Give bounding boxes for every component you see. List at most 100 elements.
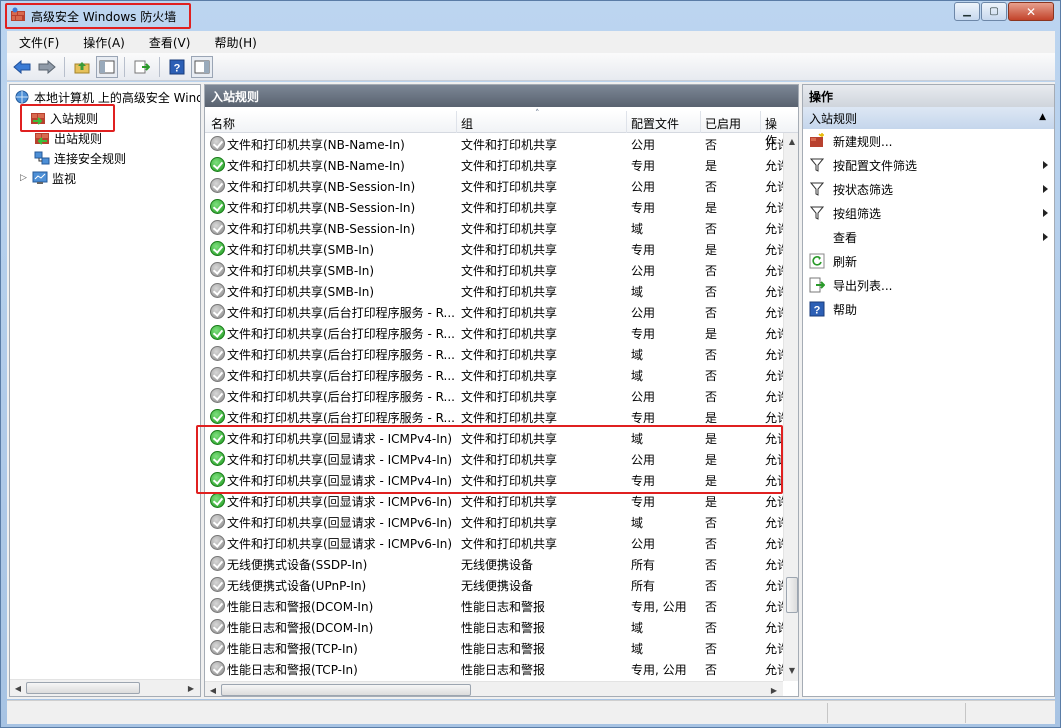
scroll-down-arrow-icon[interactable]: ▼ [785, 663, 798, 677]
list-horizontal-scrollbar[interactable]: ◀ ▶ [205, 681, 783, 696]
cell-name: 性能日志和警报(DCOM-In) [227, 621, 374, 635]
show-hide-action-pane-button[interactable] [191, 55, 213, 78]
rule-enabled-icon [210, 157, 225, 172]
cell-enabled: 否 [705, 621, 718, 635]
cell-action: 允许 [765, 663, 785, 677]
action-item[interactable]: 查看 [803, 225, 1054, 249]
table-row[interactable]: 文件和打印机共享(后台打印程序服务 - R... 文件和打印机共享 专用 是 允许 [205, 406, 785, 427]
scrollbar-thumb[interactable] [26, 682, 140, 694]
table-row[interactable]: 文件和打印机共享(回显请求 - ICMPv6-In) 文件和打印机共享 公用 否 允许 [205, 532, 785, 553]
table-row[interactable]: 文件和打印机共享(后台打印程序服务 - R... 文件和打印机共享 专用 是 允许 [205, 322, 785, 343]
action-item[interactable]: 新建规则... [803, 129, 1054, 153]
export-icon [809, 277, 825, 293]
cell-name: 文件和打印机共享(NB-Session-In) [227, 201, 416, 215]
collapse-up-icon[interactable]: ▲ [1039, 112, 1046, 122]
list-vertical-scrollbar[interactable]: ▲ ▼ [783, 133, 798, 681]
cell-profile: 专用 [631, 201, 656, 215]
cell-profile: 域 [631, 516, 644, 530]
cell-name: 无线便携式设备(UPnP-In) [227, 579, 367, 593]
column-header-profile[interactable]: 配置文件 [631, 115, 679, 132]
cell-name: 文件和打印机共享(后台打印程序服务 - R... [227, 306, 455, 320]
action-item[interactable]: 按组筛选 [803, 201, 1054, 225]
back-arrow-icon [13, 59, 31, 74]
cell-group: 文件和打印机共享 [461, 411, 558, 425]
table-row[interactable]: 文件和打印机共享(NB-Session-In) 文件和打印机共享 专用 是 允许 [205, 196, 785, 217]
table-row[interactable]: 文件和打印机共享(NB-Name-In) 文件和打印机共享 公用 否 允许 [205, 133, 785, 154]
title-bar[interactable]: 高级安全 Windows 防火墙 ▁ ▢ ✕ [1, 1, 1060, 31]
close-button[interactable]: ✕ [1008, 2, 1054, 21]
rule-disabled-icon [210, 388, 225, 403]
cell-enabled: 否 [705, 663, 718, 677]
scroll-right-arrow-icon[interactable]: ▶ [184, 681, 198, 695]
table-row[interactable]: 文件和打印机共享(SMB-In) 文件和打印机共享 域 否 允许 [205, 280, 785, 301]
cell-enabled: 是 [705, 411, 718, 425]
table-row[interactable]: 性能日志和警报(TCP-In) 性能日志和警报 域 否 允许 [205, 637, 785, 658]
cell-profile: 公用 [631, 180, 656, 194]
tree-item-connection-security-rules[interactable]: 连接安全规则 [34, 148, 126, 168]
action-item[interactable]: 刷新 [803, 249, 1054, 273]
table-row[interactable]: 文件和打印机共享(SMB-In) 文件和打印机共享 专用 是 允许 [205, 238, 785, 259]
action-item[interactable]: 导出列表... [803, 273, 1054, 297]
menu-file[interactable]: 文件(F) [7, 34, 71, 51]
table-row[interactable]: 无线便携式设备(UPnP-In) 无线便携设备 所有 否 允许 [205, 574, 785, 595]
column-header-group[interactable]: 组 [461, 115, 473, 132]
action-item-label: 帮助 [833, 302, 858, 317]
sort-ascending-icon: ˄ [535, 109, 540, 119]
menu-view[interactable]: 查看(V) [137, 34, 203, 51]
cell-group: 文件和打印机共享 [461, 348, 558, 362]
minimize-button[interactable]: ▁ [954, 2, 980, 21]
column-header-enabled[interactable]: 已启用 [705, 115, 741, 132]
action-item[interactable]: 按配置文件筛选 [803, 153, 1054, 177]
table-row[interactable]: 文件和打印机共享(NB-Name-In) 文件和打印机共享 专用 是 允许 [205, 154, 785, 175]
help-button[interactable]: ? [166, 56, 188, 78]
table-row[interactable]: 性能日志和警报(DCOM-In) 性能日志和警报 专用, 公用 否 允许 [205, 595, 785, 616]
cell-enabled: 否 [705, 264, 718, 278]
table-row[interactable]: 性能日志和警报(TCP-In) 性能日志和警报 专用, 公用 否 允许 [205, 658, 785, 679]
cell-name: 文件和打印机共享(NB-Name-In) [227, 138, 405, 152]
table-row[interactable]: 文件和打印机共享(后台打印程序服务 - R... 文件和打印机共享 域 否 允许 [205, 343, 785, 364]
column-header-name[interactable]: 名称 [211, 115, 235, 132]
scroll-right-arrow-icon[interactable]: ▶ [767, 683, 781, 696]
show-hide-tree-button[interactable] [96, 55, 118, 78]
cell-name: 无线便携式设备(SSDP-In) [227, 558, 368, 572]
table-row[interactable]: 文件和打印机共享(后台打印程序服务 - R... 文件和打印机共享 公用 否 允许 [205, 385, 785, 406]
tree-item-outbound-rules[interactable]: 出站规则 [34, 128, 102, 148]
rule-disabled-icon [210, 556, 225, 571]
column-divider[interactable] [760, 111, 761, 133]
action-item[interactable]: ? 帮助 [803, 297, 1054, 321]
actions-pane: 操作 入站规则 ▲ 新建规则... 按配置文件筛选 按状态筛选 按组筛选 查看 刷新 导出列… [802, 84, 1055, 697]
up-level-button[interactable] [71, 56, 93, 78]
table-row[interactable]: 文件和打印机共享(后台打印程序服务 - R... 文件和打印机共享 域 否 允许 [205, 364, 785, 385]
table-row[interactable]: 文件和打印机共享(NB-Session-In) 文件和打印机共享 域 否 允许 [205, 217, 785, 238]
column-divider[interactable] [700, 111, 701, 133]
expand-arrow-icon[interactable]: ▷ [20, 173, 32, 183]
export-list-button[interactable] [131, 56, 153, 78]
menu-action[interactable]: 操作(A) [71, 34, 137, 51]
forward-button[interactable] [36, 56, 58, 78]
back-button[interactable] [11, 56, 33, 78]
table-row[interactable]: 文件和打印机共享(SMB-In) 文件和打印机共享 公用 否 允许 [205, 259, 785, 280]
help-icon: ? [169, 59, 185, 74]
scrollbar-thumb[interactable] [786, 577, 798, 613]
cell-action: 允许 [765, 369, 785, 383]
column-divider[interactable] [456, 111, 457, 133]
tree-horizontal-scrollbar[interactable]: ◀ ▶ [10, 679, 200, 696]
table-row[interactable]: 文件和打印机共享(回显请求 - ICMPv6-In) 文件和打印机共享 域 否 允许 [205, 511, 785, 532]
action-item[interactable]: 按状态筛选 [803, 177, 1054, 201]
table-row[interactable]: 无线便携式设备(SSDP-In) 无线便携设备 所有 否 允许 [205, 553, 785, 574]
column-divider[interactable] [626, 111, 627, 133]
table-row[interactable]: 文件和打印机共享(NB-Session-In) 文件和打印机共享 公用 否 允许 [205, 175, 785, 196]
tree-item-monitoring[interactable]: ▷ 监视 [20, 168, 76, 188]
table-row[interactable]: 文件和打印机共享(后台打印程序服务 - R... 文件和打印机共享 公用 否 允许 [205, 301, 785, 322]
scroll-left-arrow-icon[interactable]: ◀ [206, 683, 220, 696]
cell-group: 文件和打印机共享 [461, 516, 558, 530]
action-item-label: 按组筛选 [833, 206, 882, 221]
menu-help[interactable]: 帮助(H) [202, 34, 268, 51]
maximize-button[interactable]: ▢ [981, 2, 1007, 21]
scroll-left-arrow-icon[interactable]: ◀ [11, 681, 25, 695]
cell-profile: 公用 [631, 537, 656, 551]
actions-section-inbound-rules[interactable]: 入站规则 ▲ [803, 107, 1054, 129]
scrollbar-thumb[interactable] [221, 684, 471, 696]
scroll-up-arrow-icon[interactable]: ▲ [785, 134, 798, 148]
table-row[interactable]: 性能日志和警报(DCOM-In) 性能日志和警报 域 否 允许 [205, 616, 785, 637]
